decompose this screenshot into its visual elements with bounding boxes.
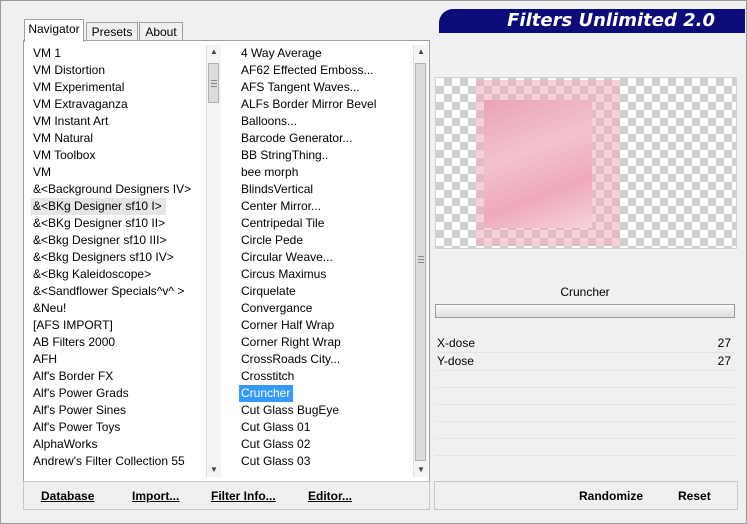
reset-button[interactable]: Reset <box>678 489 711 503</box>
scroll-down-arrow-icon[interactable]: ▼ <box>414 463 428 477</box>
param-value: 27 <box>717 336 731 350</box>
tab-navigator[interactable]: Navigator <box>24 19 84 42</box>
list-item[interactable]: VM Distortion <box>31 62 205 79</box>
list-item[interactable]: Cruncher <box>239 385 294 402</box>
left-button-bar: Database Import... Filter Info... Editor… <box>23 481 430 510</box>
list-item[interactable]: Center Mirror... <box>239 198 411 215</box>
list-item[interactable]: Circular Weave... <box>239 249 411 266</box>
list-item[interactable]: VM Toolbox <box>31 147 205 164</box>
filter-info-button[interactable]: Filter Info... <box>211 489 276 503</box>
list-item[interactable]: Centripedal Tile <box>239 215 411 232</box>
category-scrollbar[interactable]: ▲ ▼ <box>206 45 221 477</box>
list-item[interactable]: AF62 Effected Emboss... <box>239 62 411 79</box>
right-button-bar: Randomize Reset <box>434 481 738 510</box>
filter-list[interactable]: 4 Way Average AF62 Effected Emboss... AFS … <box>239 45 411 477</box>
tab-about[interactable]: About <box>139 22 183 41</box>
list-item[interactable]: &<BKg Designer sf10 II> <box>31 215 205 232</box>
list-item[interactable]: Alf's Power Toys <box>31 419 205 436</box>
list-item[interactable]: VM 1 <box>31 45 205 62</box>
list-item[interactable]: Alf's Power Grads <box>31 385 205 402</box>
list-item[interactable]: Circus Maximus <box>239 266 411 283</box>
randomize-button[interactable]: Randomize <box>579 489 643 503</box>
list-item[interactable]: bee morph <box>239 164 411 181</box>
list-item[interactable]: Cut Glass BugEye <box>239 402 411 419</box>
list-item[interactable]: Cirquelate <box>239 283 411 300</box>
list-item[interactable]: ALFs Border Mirror Bevel <box>239 96 411 113</box>
list-item[interactable]: VM Experimental <box>31 79 205 96</box>
list-item[interactable]: BB StringThing.. <box>239 147 411 164</box>
grip-icon <box>418 256 424 257</box>
list-item[interactable]: &<Background Designers IV> <box>31 181 205 198</box>
param-label: X-dose <box>437 336 476 350</box>
list-item[interactable]: &<BKg Designer sf10 I> <box>31 198 166 215</box>
param-x-dose[interactable]: X-dose 27 <box>435 335 735 352</box>
preview-canvas <box>435 77 737 249</box>
list-item[interactable]: &<Sandflower Specials^v^ > <box>31 283 205 300</box>
list-item[interactable]: Convergance <box>239 300 411 317</box>
list-item[interactable]: Balloons... <box>239 113 411 130</box>
category-list[interactable]: VM 1 VM Distortion VM Experimental VM Extra… <box>31 45 205 477</box>
filter-name-label: Cruncher <box>560 285 610 299</box>
list-item[interactable]: VM Natural <box>31 130 205 147</box>
list-item[interactable]: 4 Way Average <box>239 45 411 62</box>
editor-button[interactable]: Editor... <box>308 489 352 503</box>
list-item[interactable]: Cut Glass 03 <box>239 453 411 470</box>
database-button[interactable]: Database <box>41 489 94 503</box>
list-item[interactable]: Corner Right Wrap <box>239 334 411 351</box>
list-item[interactable]: Barcode Generator... <box>239 130 411 147</box>
list-item[interactable]: Corner Half Wrap <box>239 317 411 334</box>
scroll-up-arrow-icon[interactable]: ▲ <box>414 45 428 59</box>
category-scroll-thumb[interactable] <box>208 63 219 103</box>
filter-scrollbar[interactable]: ▲ ▼ <box>413 45 428 477</box>
list-item[interactable]: AFH <box>31 351 205 368</box>
app-title: Filters Unlimited 2.0 <box>507 10 715 31</box>
list-item[interactable]: Circle Pede <box>239 232 411 249</box>
list-item[interactable]: &<Bkg Designers sf10 IV> <box>31 249 205 266</box>
filters-unlimited-window: Filters Unlimited 2.0 Navigator Presets … <box>0 0 747 524</box>
list-item[interactable]: VM <box>31 164 205 181</box>
list-item[interactable]: Alf's Power Sines <box>31 402 205 419</box>
preview-image <box>484 100 592 228</box>
list-item[interactable]: &<Bkg Kaleidoscope> <box>31 266 205 283</box>
list-item[interactable]: AlphaWorks <box>31 436 205 453</box>
param-y-dose[interactable]: Y-dose 27 <box>435 353 735 370</box>
list-item[interactable]: CrossRoads City... <box>239 351 411 368</box>
list-item[interactable]: BlindsVertical <box>239 181 411 198</box>
list-item[interactable]: Andrew's Filter Collection 55 <box>31 453 205 470</box>
import-button[interactable]: Import... <box>132 489 179 503</box>
scroll-up-arrow-icon[interactable]: ▲ <box>207 45 221 59</box>
list-item[interactable]: VM Instant Art <box>31 113 205 130</box>
list-item[interactable]: [AFS IMPORT] <box>31 317 205 334</box>
param-label: Y-dose <box>437 354 474 368</box>
list-item[interactable]: Cut Glass 01 <box>239 419 411 436</box>
scroll-down-arrow-icon[interactable]: ▼ <box>207 463 221 477</box>
list-item[interactable]: Cut Glass 02 <box>239 436 411 453</box>
list-item[interactable]: VM Extravaganza <box>31 96 205 113</box>
filter-progress-bar <box>435 304 735 318</box>
tab-presets[interactable]: Presets <box>86 22 138 41</box>
param-value: 27 <box>717 354 731 368</box>
list-item[interactable]: AB Filters 2000 <box>31 334 205 351</box>
grip-icon <box>211 80 217 81</box>
list-item[interactable]: &Neu! <box>31 300 205 317</box>
filter-scroll-thumb[interactable] <box>415 63 426 461</box>
list-item[interactable]: Crosstitch <box>239 368 411 385</box>
title-banner: Filters Unlimited 2.0 <box>439 9 745 33</box>
list-item[interactable]: AFS Tangent Waves... <box>239 79 411 96</box>
list-item[interactable]: &<Bkg Designer sf10 III> <box>31 232 205 249</box>
list-item[interactable]: Alf's Border FX <box>31 368 205 385</box>
